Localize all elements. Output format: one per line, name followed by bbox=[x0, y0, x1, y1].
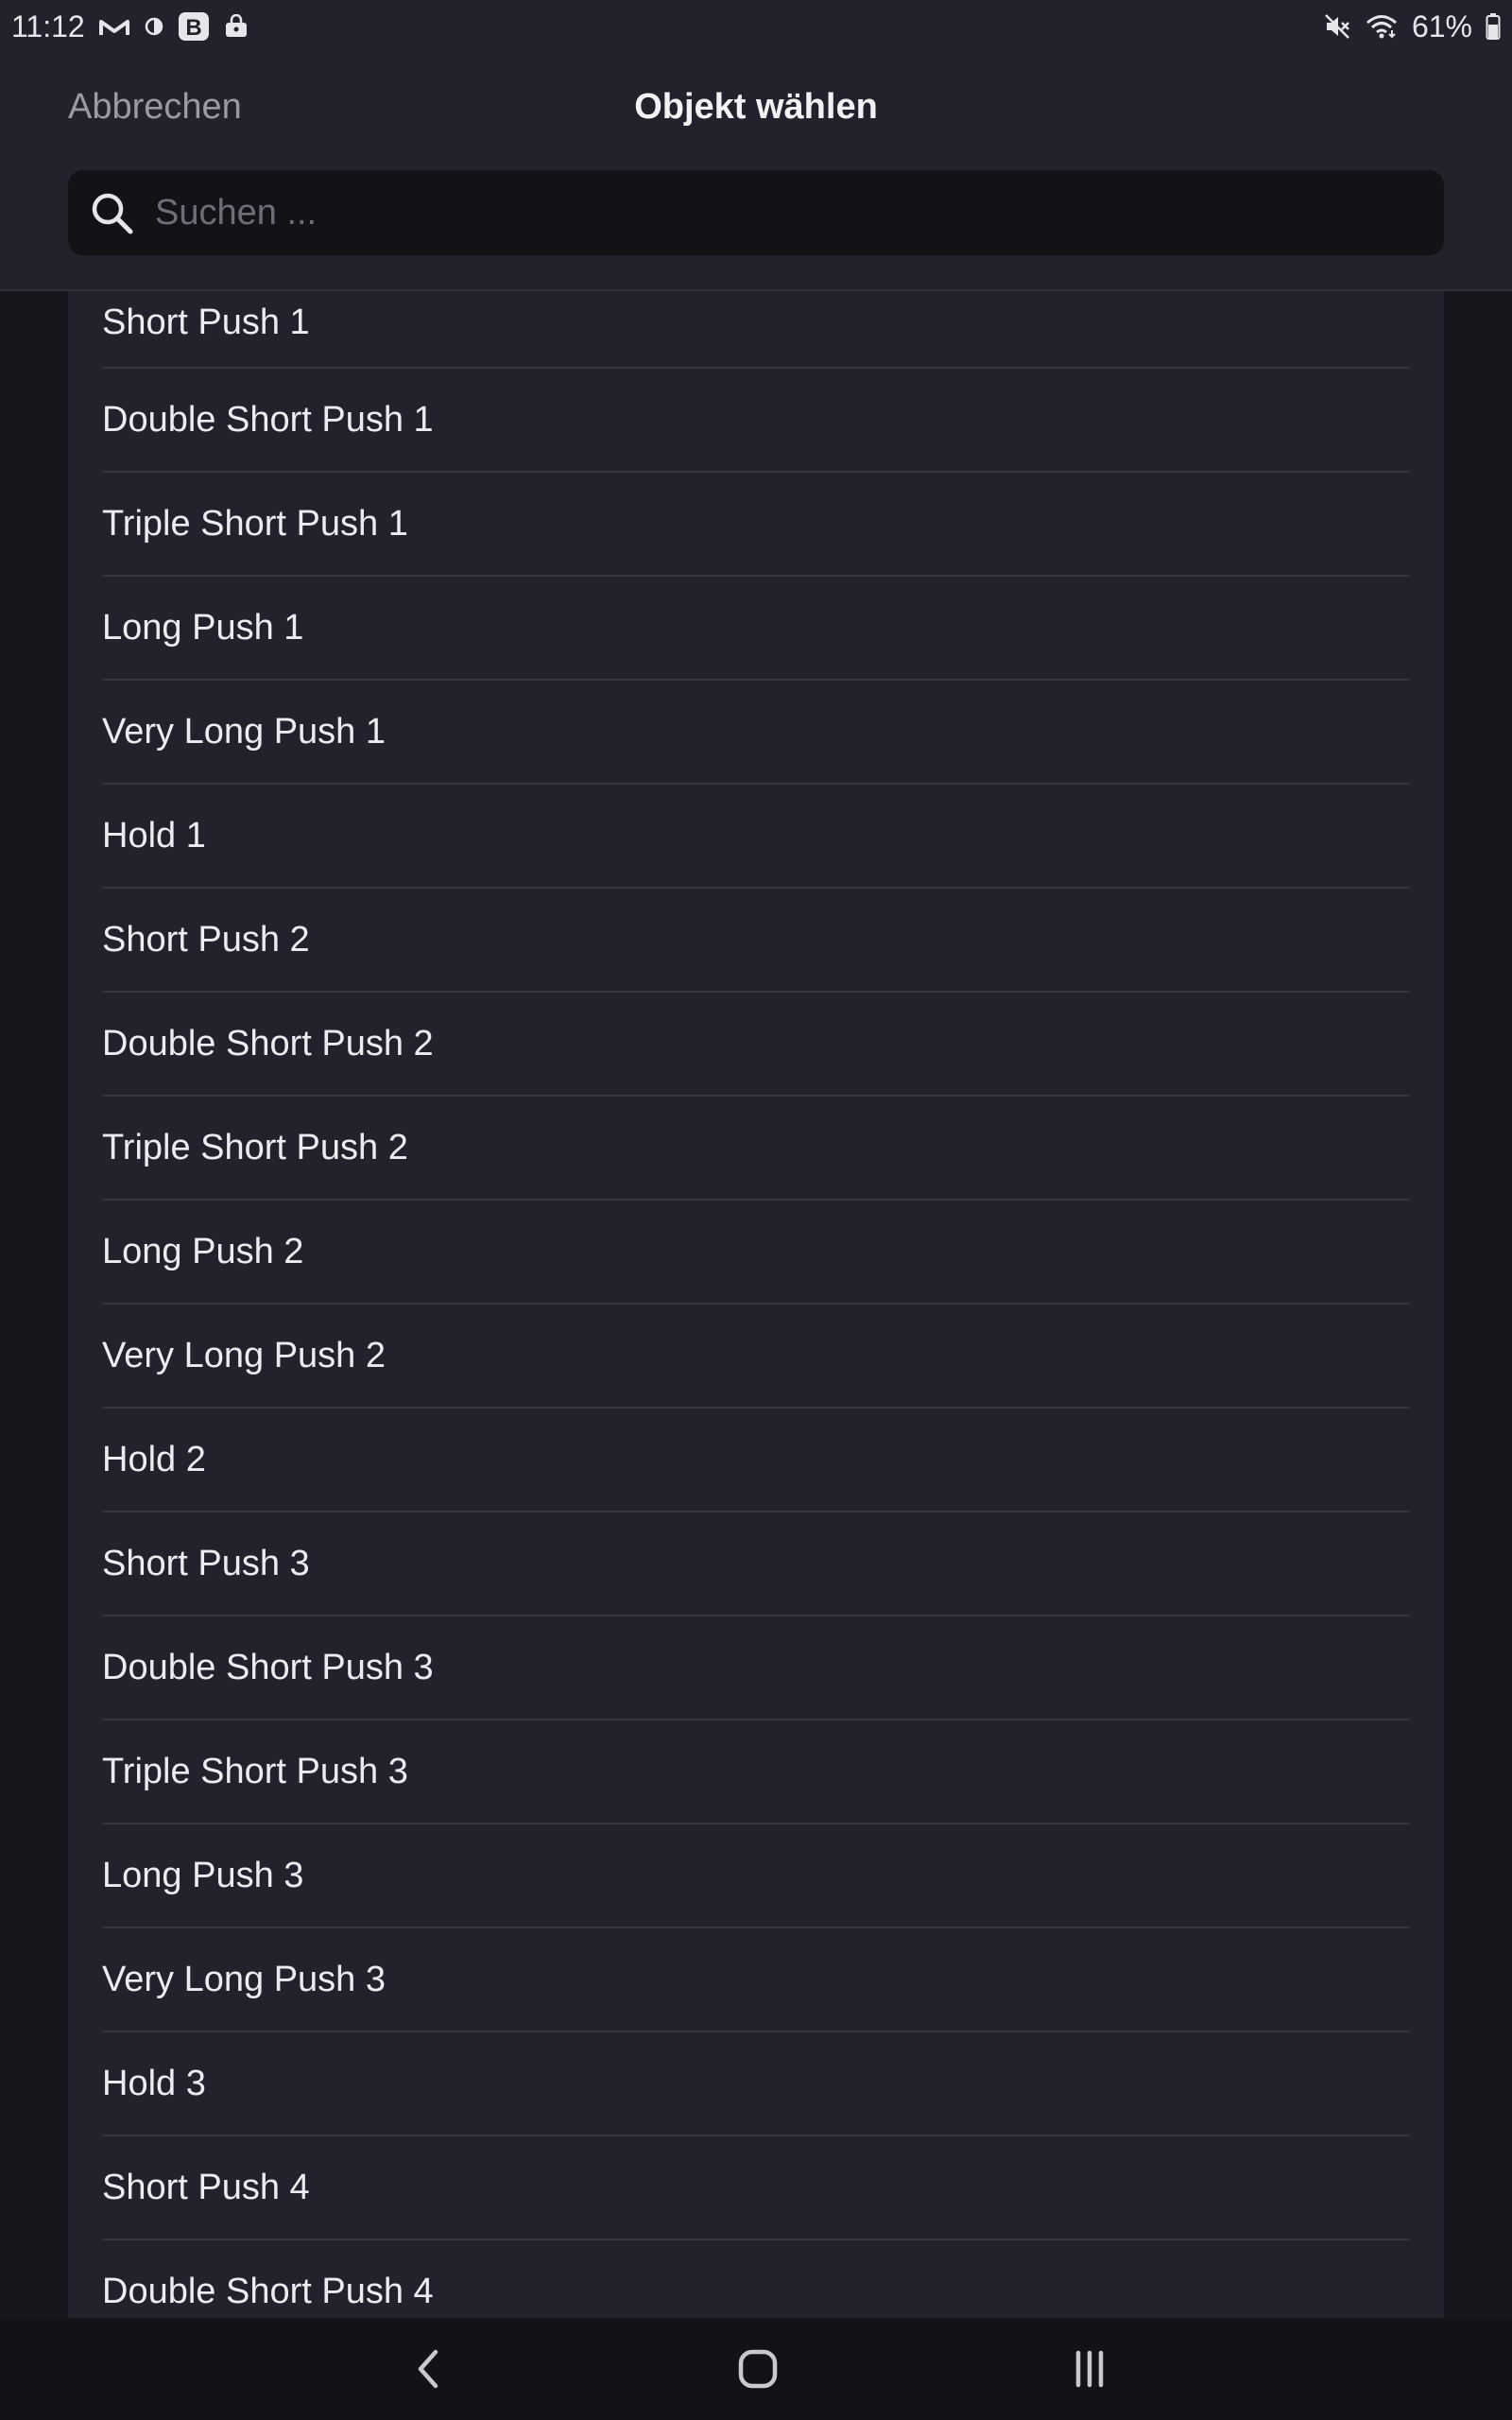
lock-bag-icon bbox=[223, 11, 249, 42]
home-icon[interactable] bbox=[720, 2331, 796, 2407]
cancel-button[interactable]: Abbrechen bbox=[68, 87, 242, 128]
list-item-label: Short Push 2 bbox=[102, 919, 310, 959]
battery-percent: 61% bbox=[1411, 9, 1472, 43]
mute-icon bbox=[1323, 11, 1351, 42]
object-list: Short Push 1 Double Short Push 1 Triple Sh… bbox=[68, 291, 1444, 2318]
list-item-label: Hold 1 bbox=[102, 815, 206, 856]
list-item[interactable]: Triple Short Push 3 bbox=[102, 1720, 1410, 1824]
list-item[interactable]: Very Long Push 2 bbox=[102, 1305, 1410, 1409]
battery-icon bbox=[1486, 11, 1501, 42]
list-item[interactable]: Very Long Push 1 bbox=[102, 681, 1410, 785]
list-item-label: Short Push 3 bbox=[102, 1543, 310, 1583]
b-app-icon: B bbox=[178, 11, 210, 42]
gmail-m-icon bbox=[98, 11, 130, 42]
list-item-label: Triple Short Push 2 bbox=[102, 1127, 408, 1167]
navigation-bar bbox=[0, 2318, 1512, 2420]
list-item-label: Triple Short Push 1 bbox=[102, 503, 408, 544]
list-item[interactable]: Short Push 2 bbox=[102, 889, 1410, 993]
list-item[interactable]: Double Short Push 1 bbox=[102, 369, 1410, 473]
svg-text:B: B bbox=[185, 15, 201, 41]
list-item-label: Very Long Push 2 bbox=[102, 1335, 386, 1375]
list-item[interactable]: Double Short Push 2 bbox=[102, 993, 1410, 1097]
list-item-label: Double Short Push 3 bbox=[102, 1647, 434, 1687]
list-item[interactable]: Short Push 1 bbox=[102, 291, 1410, 369]
list-item-label: Hold 3 bbox=[102, 2063, 206, 2103]
list-item[interactable]: Long Push 2 bbox=[102, 1201, 1410, 1305]
list-item[interactable]: Short Push 3 bbox=[102, 1512, 1410, 1616]
list-item[interactable]: Very Long Push 3 bbox=[102, 1928, 1410, 2032]
status-time: 11:12 bbox=[11, 9, 85, 43]
list-item-label: Double Short Push 2 bbox=[102, 1023, 434, 1063]
list-item[interactable]: Triple Short Push 1 bbox=[102, 473, 1410, 577]
status-left: 11:12 B bbox=[11, 9, 249, 44]
list-item-label: Short Push 1 bbox=[102, 302, 310, 342]
list-item-label: Triple Short Push 3 bbox=[102, 1751, 408, 1791]
list-item[interactable]: Hold 2 bbox=[102, 1409, 1410, 1512]
list-item-label: Very Long Push 3 bbox=[102, 1959, 386, 1999]
list-item[interactable]: Hold 3 bbox=[102, 2032, 1410, 2136]
search-input[interactable] bbox=[153, 174, 1444, 251]
list-item[interactable]: Double Short Push 3 bbox=[102, 1616, 1410, 1720]
list-item-label: Long Push 1 bbox=[102, 607, 304, 648]
list-item[interactable]: Double Short Push 4 bbox=[102, 2240, 1410, 2318]
list-item-label: Double Short Push 4 bbox=[102, 2271, 434, 2311]
back-icon[interactable] bbox=[389, 2331, 465, 2407]
list-item[interactable]: Triple Short Push 2 bbox=[102, 1097, 1410, 1201]
list-item-label: Long Push 3 bbox=[102, 1855, 304, 1895]
status-right: 61% bbox=[1323, 9, 1501, 44]
search-icon bbox=[87, 188, 136, 237]
list-item[interactable]: Long Push 3 bbox=[102, 1824, 1410, 1928]
list-item-label: Long Push 2 bbox=[102, 1231, 304, 1271]
search-box[interactable] bbox=[68, 170, 1444, 255]
list-item-label: Hold 2 bbox=[102, 1439, 206, 1479]
list-item-label: Double Short Push 1 bbox=[102, 399, 434, 440]
object-list-panel[interactable]: Short Push 1 Double Short Push 1 Triple Sh… bbox=[68, 291, 1444, 2318]
status-bar: 11:12 B 61% bbox=[0, 0, 1512, 53]
recents-icon[interactable] bbox=[1052, 2331, 1127, 2407]
list-item[interactable]: Long Push 1 bbox=[102, 577, 1410, 681]
contrast-icon bbox=[144, 11, 164, 42]
list-item[interactable]: Hold 1 bbox=[102, 785, 1410, 889]
header: Abbrechen Objekt wählen bbox=[0, 53, 1512, 291]
wifi-icon bbox=[1365, 11, 1399, 42]
list-item-label: Very Long Push 1 bbox=[102, 711, 386, 752]
list-item[interactable]: Short Push 4 bbox=[102, 2136, 1410, 2240]
list-item-label: Short Push 4 bbox=[102, 2167, 310, 2207]
